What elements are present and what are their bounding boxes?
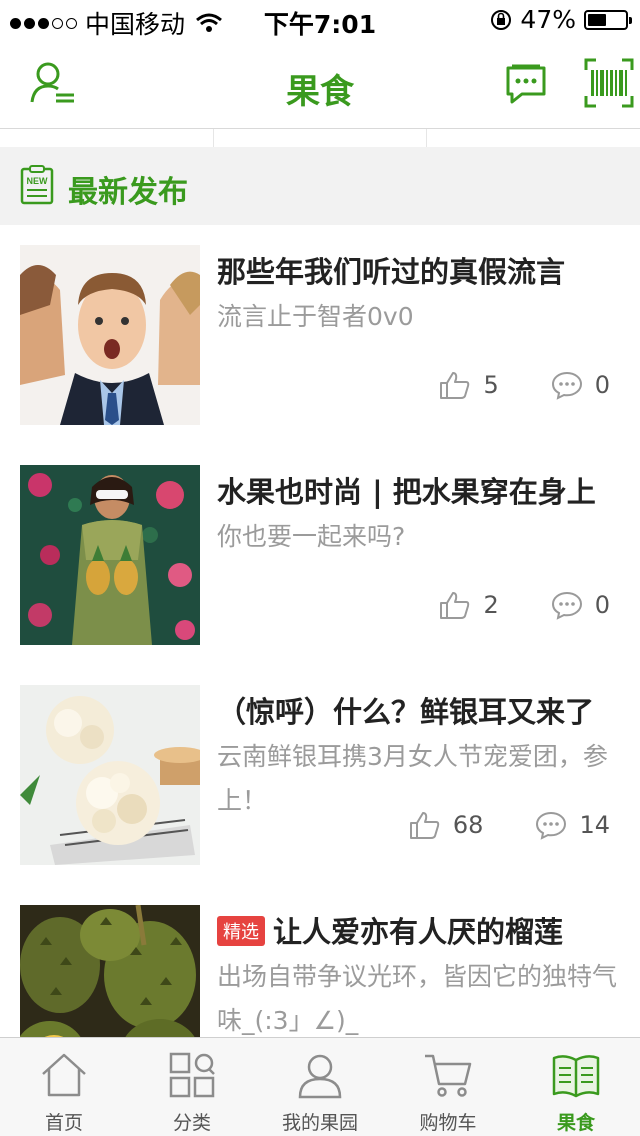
tab-label: 分类 xyxy=(172,1112,211,1134)
comment-count: 0 xyxy=(594,371,610,399)
article-title: （惊呼）什么？鲜银耳又来了 xyxy=(217,695,595,729)
tab-label: 购物车 xyxy=(419,1112,477,1134)
category-strip xyxy=(0,129,640,147)
article-desc: 你也要一起来吗? xyxy=(217,522,406,551)
article-title: 水果也时尚 | 把水果穿在身上 xyxy=(217,475,596,509)
article-desc: 流言止于智者0v0 xyxy=(217,302,414,331)
user-icon xyxy=(298,1054,342,1099)
article-title-text: 让人爱亦有人厌的榴莲 xyxy=(273,915,564,949)
battery-percent: 47% xyxy=(520,5,576,34)
article-title: 精选 让人爱亦有人厌的榴莲 xyxy=(217,909,617,951)
new-badge-icon: NEW xyxy=(20,165,54,205)
battery-icon xyxy=(584,9,632,30)
featured-badge: 精选 xyxy=(217,916,265,946)
thumbs-up-icon xyxy=(409,812,440,839)
tab-cart[interactable]: 购物车 xyxy=(384,1038,512,1136)
comment-button[interactable]: 0 xyxy=(551,590,610,620)
thumbs-up-icon xyxy=(440,592,470,619)
cart-icon xyxy=(425,1054,472,1097)
comment-count: 14 xyxy=(579,811,610,839)
list-item[interactable]: 水果也时尚 | 把水果穿在身上 你也要一起来吗? 2 0 xyxy=(0,445,640,666)
message-icon[interactable] xyxy=(500,58,550,108)
like-count: 5 xyxy=(483,371,499,399)
section-header: NEW 最新发布 xyxy=(0,147,640,225)
article-title: 那些年我们听过的真假流言 xyxy=(217,255,566,289)
list-item[interactable]: （惊呼）什么？鲜银耳又来了 云南鲜银耳携3月女人节宠爱团，参上！ 68 14 xyxy=(0,665,640,886)
tab-category[interactable]: 分类 xyxy=(128,1038,256,1136)
article-thumbnail xyxy=(20,465,200,645)
tab-bar: 首页 分类 我的果园 购物车 果食 xyxy=(0,1037,640,1136)
comment-count: 0 xyxy=(594,591,610,619)
article-thumbnail xyxy=(20,685,200,865)
like-count: 2 xyxy=(483,591,499,619)
like-button[interactable]: 5 xyxy=(439,370,499,400)
status-bar: 中国移动 下午7:01 47% xyxy=(0,0,640,40)
tab-guoshi[interactable]: 果食 xyxy=(512,1038,640,1136)
tab-my-orchard[interactable]: 我的果园 xyxy=(256,1038,384,1136)
tab-label: 果食 xyxy=(556,1112,595,1134)
thumbs-up-icon xyxy=(440,372,470,399)
barcode-scan-icon[interactable] xyxy=(584,58,634,108)
comment-button[interactable]: 14 xyxy=(535,810,610,840)
category-icon xyxy=(169,1052,215,1098)
article-stats: 68 14 xyxy=(409,810,610,840)
like-count: 68 xyxy=(452,811,484,839)
article-desc: 出场自带争议光环，皆因它的独特气味_(:3」∠)_ xyxy=(217,962,618,1035)
orientation-lock-icon xyxy=(491,9,512,30)
svg-text:NEW: NEW xyxy=(27,176,49,186)
tab-label: 首页 xyxy=(44,1112,83,1134)
tab-label: 我的果园 xyxy=(281,1112,358,1134)
article-stats: 2 0 xyxy=(439,590,610,620)
like-button[interactable]: 2 xyxy=(439,590,499,620)
comment-icon xyxy=(551,591,582,620)
status-right: 47% xyxy=(490,5,632,34)
nav-bar: 果食 xyxy=(0,40,640,129)
comment-button[interactable]: 0 xyxy=(551,370,610,400)
book-icon xyxy=(552,1055,600,1098)
like-button[interactable]: 68 xyxy=(409,810,484,840)
comment-icon xyxy=(551,371,582,400)
comment-icon xyxy=(536,811,567,840)
article-thumbnail xyxy=(20,245,200,425)
home-icon xyxy=(42,1053,86,1097)
tab-home[interactable]: 首页 xyxy=(0,1038,128,1136)
article-stats: 5 0 xyxy=(439,370,610,400)
list-item[interactable]: 那些年我们听过的真假流言 流言止于智者0v0 5 0 xyxy=(0,225,640,446)
section-title: 最新发布 xyxy=(68,175,188,210)
